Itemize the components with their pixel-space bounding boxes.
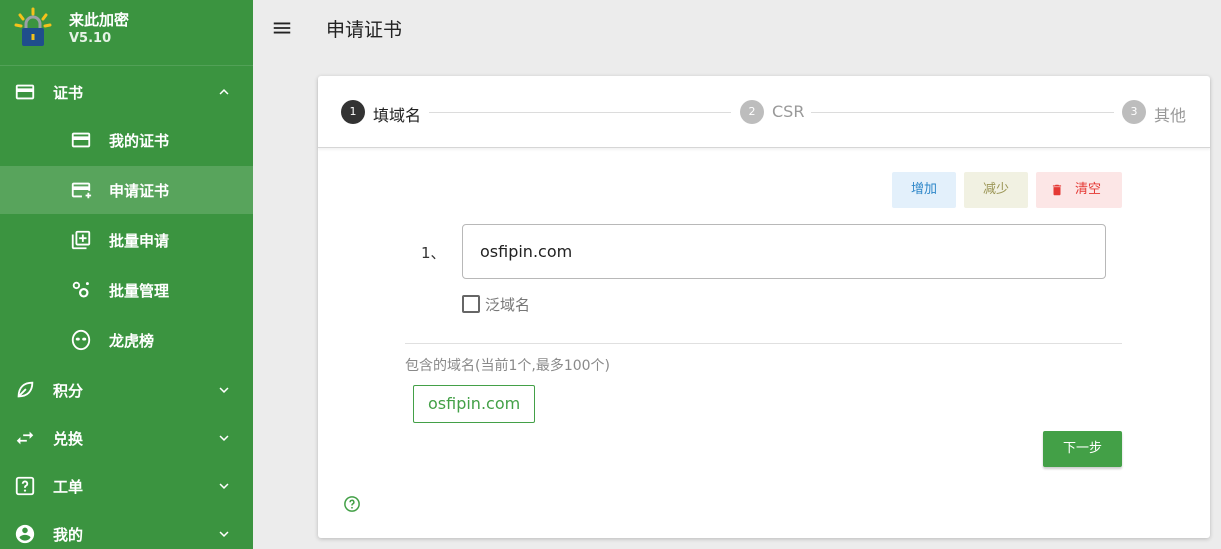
sidebar-item-ticket[interactable]: 工单 bbox=[0, 462, 253, 510]
brand: 来此加密 V5.10 bbox=[0, 0, 253, 60]
sidebar-item-label: 积分 bbox=[53, 382, 84, 400]
clear-button-label: 清空 bbox=[1075, 182, 1102, 197]
sidebar-item-label: 申请证书 bbox=[109, 182, 170, 200]
reduce-button[interactable]: 减少 bbox=[964, 172, 1028, 208]
sidebar-item-label: 我的 bbox=[53, 526, 84, 544]
chevron-down-icon bbox=[219, 387, 229, 393]
included-domains-label: 包含的域名(当前1个,最多100个) bbox=[405, 358, 611, 374]
sidebar-item-mine[interactable]: 我的 bbox=[0, 510, 253, 549]
domain-chip: osfipin.com bbox=[413, 385, 536, 423]
sidebar-item-points[interactable]: 积分 bbox=[0, 366, 253, 414]
sidebar-item-cert[interactable]: 证书 bbox=[0, 68, 253, 116]
card-add-icon bbox=[71, 182, 92, 199]
wildcard-checkbox[interactable] bbox=[462, 295, 480, 313]
step-number: 2 bbox=[740, 100, 764, 124]
menu-icon[interactable] bbox=[271, 17, 293, 39]
account-circle-icon bbox=[15, 524, 35, 544]
chevron-down-icon bbox=[219, 483, 229, 489]
library-add-icon bbox=[71, 230, 91, 250]
help-box-icon bbox=[15, 476, 35, 496]
next-button[interactable]: 下一步 bbox=[1043, 431, 1122, 467]
credit-card-icon bbox=[15, 84, 35, 100]
sidebar: 来此加密 V5.10 证书 我的证书 申请证书 批量申请 批量管理 龙虎榜 积分… bbox=[0, 0, 253, 549]
sidebar-item-label: 批量管理 bbox=[109, 282, 170, 300]
chevron-down-icon bbox=[219, 531, 229, 537]
step-connector bbox=[429, 112, 731, 113]
sidebar-item-label: 批量申请 bbox=[109, 232, 170, 250]
wildcard-label: 泛域名 bbox=[485, 296, 531, 314]
sidebar-item-label: 工单 bbox=[53, 478, 84, 496]
sidebar-item-leaderboard[interactable]: 龙虎榜 bbox=[0, 316, 253, 364]
sidebar-item-batch-apply[interactable]: 批量申请 bbox=[0, 216, 253, 264]
add-button[interactable]: 增加 bbox=[892, 172, 956, 208]
swap-icon bbox=[16, 431, 34, 445]
step-number: 3 bbox=[1122, 100, 1146, 124]
page-title: 申请证书 bbox=[326, 19, 403, 41]
step-connector bbox=[811, 112, 1114, 113]
chevron-up-icon bbox=[219, 89, 229, 95]
step-label: CSR bbox=[772, 102, 805, 121]
sidebar-item-exchange[interactable]: 兑换 bbox=[0, 414, 253, 462]
leaf-icon bbox=[17, 381, 34, 398]
sidebar-item-label: 证书 bbox=[53, 84, 84, 102]
cogs-icon bbox=[72, 281, 89, 298]
row-index: 1、 bbox=[421, 244, 446, 262]
clear-button[interactable]: 清空 bbox=[1036, 172, 1122, 208]
brand-version: V5.10 bbox=[69, 31, 112, 46]
sidebar-item-my-cert[interactable]: 我的证书 bbox=[0, 116, 253, 164]
trash-icon bbox=[1052, 184, 1062, 196]
stepper: 1 填域名 2 CSR 3 其他 bbox=[318, 76, 1210, 148]
step-number: 1 bbox=[341, 100, 365, 124]
help-circle-icon[interactable] bbox=[343, 495, 361, 513]
step-label: 其他 bbox=[1154, 106, 1187, 125]
sidebar-item-apply-cert[interactable]: 申请证书 bbox=[0, 166, 253, 214]
apply-cert-card: 1 填域名 2 CSR 3 其他 增加 减少 清空 1、 泛域名 包含的域名(当… bbox=[318, 76, 1210, 538]
credit-card-icon bbox=[71, 132, 91, 148]
step-label: 填域名 bbox=[373, 106, 422, 125]
chevron-down-icon bbox=[219, 435, 229, 441]
divider bbox=[405, 343, 1122, 344]
sidebar-item-label: 我的证书 bbox=[109, 132, 170, 150]
sidebar-divider bbox=[0, 65, 253, 66]
alien-icon bbox=[71, 329, 91, 351]
sidebar-item-batch-manage[interactable]: 批量管理 bbox=[0, 266, 253, 314]
sidebar-item-label: 龙虎榜 bbox=[109, 332, 155, 350]
logo-lock-icon bbox=[14, 7, 52, 46]
top-bar: 申请证书 bbox=[253, 0, 1221, 56]
brand-name: 来此加密 bbox=[69, 11, 130, 29]
sidebar-item-label: 兑换 bbox=[53, 430, 84, 448]
domain-input[interactable] bbox=[462, 224, 1106, 279]
